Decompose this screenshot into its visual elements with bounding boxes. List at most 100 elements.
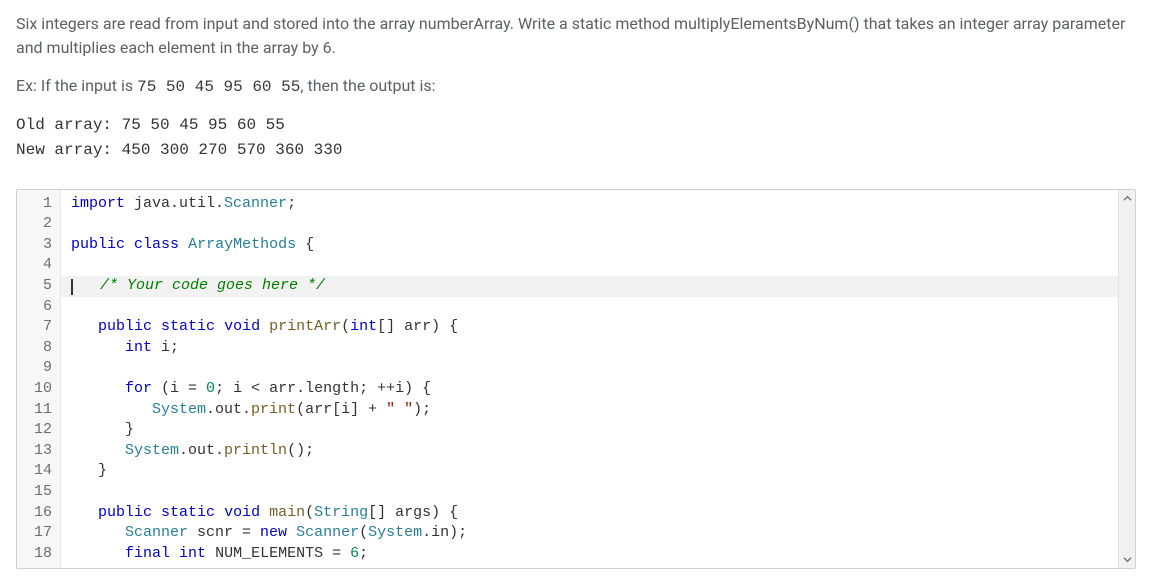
code-editor[interactable]: 123456789101112131415161718 import java.…	[16, 189, 1136, 569]
code-token: public	[71, 236, 125, 253]
code-token: NUM_ELEMENTS =	[206, 545, 350, 562]
code-line[interactable]: public class ArrayMethods {	[61, 235, 1118, 256]
vertical-scrollbar[interactable]	[1118, 190, 1135, 568]
output-line-2: New array: 450 300 270 570 360 330	[16, 141, 342, 159]
code-token	[71, 524, 125, 541]
code-token	[152, 504, 161, 521]
code-area[interactable]: import java.util.Scanner;public class Ar…	[61, 190, 1118, 568]
line-number: 1	[17, 194, 60, 215]
code-token	[71, 442, 125, 459]
code-token	[215, 504, 224, 521]
code-token: /* Your code goes here */	[100, 277, 325, 294]
scroll-down-arrow[interactable]	[1119, 551, 1135, 568]
code-token: );	[413, 401, 431, 418]
line-number: 12	[17, 420, 60, 441]
code-token: System	[368, 524, 422, 541]
code-token	[71, 545, 125, 562]
code-token: public	[98, 504, 152, 521]
code-line[interactable]	[61, 255, 1118, 276]
line-number: 8	[17, 338, 60, 359]
code-token: ;	[287, 195, 296, 212]
code-token	[260, 318, 269, 335]
code-token: final	[125, 545, 170, 562]
code-token: String	[314, 504, 368, 521]
code-token: ;	[359, 545, 368, 562]
code-token: ArrayMethods	[188, 236, 296, 253]
code-token: " "	[386, 401, 413, 418]
code-token: [] arr) {	[377, 318, 458, 335]
code-line[interactable]	[61, 297, 1118, 318]
code-line[interactable]: public static void main(String[] args) {	[61, 503, 1118, 524]
code-token: void	[224, 318, 260, 335]
line-number: 7	[17, 317, 60, 338]
line-number: 6	[17, 297, 60, 318]
code-token	[125, 236, 134, 253]
code-token	[71, 339, 125, 356]
code-token	[71, 401, 152, 418]
line-number: 17	[17, 523, 60, 544]
code-line[interactable]: System.out.print(arr[i] + " ");	[61, 400, 1118, 421]
ex-input: 75 50 45 95 60 55	[137, 78, 300, 96]
code-token: new	[260, 524, 287, 541]
code-token: }	[71, 421, 134, 438]
code-token: (	[359, 524, 368, 541]
code-line[interactable]: /* Your code goes here */	[61, 276, 1118, 297]
code-token	[287, 524, 296, 541]
code-token: scnr =	[188, 524, 260, 541]
code-token: for	[125, 380, 152, 397]
code-line[interactable]	[61, 358, 1118, 379]
code-token: i;	[152, 339, 179, 356]
code-token	[260, 504, 269, 521]
line-number-gutter: 123456789101112131415161718	[17, 190, 61, 568]
prompt-paragraph-1: Six integers are read from input and sto…	[16, 12, 1136, 60]
code-line[interactable]: }	[61, 420, 1118, 441]
code-token: ; i < arr.length; ++i) {	[215, 380, 431, 397]
code-token: System	[152, 401, 206, 418]
code-line[interactable]: int i;	[61, 338, 1118, 359]
line-number: 15	[17, 482, 60, 503]
code-token	[179, 236, 188, 253]
code-token: println	[224, 442, 287, 459]
code-token: }	[71, 462, 107, 479]
code-token: main	[269, 504, 305, 521]
code-token: java.util.	[125, 195, 224, 212]
code-token: (	[341, 318, 350, 335]
line-number: 4	[17, 255, 60, 276]
code-token: int	[179, 545, 206, 562]
code-line[interactable]: final int NUM_ELEMENTS = 6;	[61, 544, 1118, 565]
expected-output: Old array: 75 50 45 95 60 55 New array: …	[16, 113, 1136, 163]
code-line[interactable]: System.out.println();	[61, 441, 1118, 462]
code-line[interactable]: import java.util.Scanner;	[61, 194, 1118, 215]
code-line[interactable]: public static void printArr(int[] arr) {	[61, 317, 1118, 338]
text-cursor	[71, 279, 73, 295]
code-token: void	[224, 504, 260, 521]
code-token: static	[161, 318, 215, 335]
code-token: Scanner	[125, 524, 188, 541]
code-token: Scanner	[296, 524, 359, 541]
code-token: (i =	[152, 380, 206, 397]
code-line[interactable]: for (i = 0; i < arr.length; ++i) {	[61, 379, 1118, 400]
code-editor-container: 123456789101112131415161718 import java.…	[16, 189, 1136, 569]
code-token	[71, 318, 98, 335]
code-token: import	[71, 195, 125, 212]
line-number: 5	[17, 276, 60, 297]
code-token: (arr[i] +	[296, 401, 386, 418]
line-number: 16	[17, 503, 60, 524]
code-line[interactable]: Scanner scnr = new Scanner(System.in);	[61, 523, 1118, 544]
line-number: 13	[17, 441, 60, 462]
code-token: class	[134, 236, 179, 253]
code-line[interactable]: }	[61, 461, 1118, 482]
ex-prefix: Ex: If the input is	[16, 76, 137, 95]
code-line[interactable]	[61, 214, 1118, 235]
code-token: public	[98, 318, 152, 335]
code-token: 6	[350, 545, 359, 562]
line-number: 11	[17, 400, 60, 421]
code-token: (	[305, 504, 314, 521]
code-token: ();	[287, 442, 314, 459]
code-line[interactable]	[61, 482, 1118, 503]
problem-prompt: Six integers are read from input and sto…	[16, 12, 1136, 99]
scroll-up-arrow[interactable]	[1119, 190, 1135, 207]
line-number: 14	[17, 461, 60, 482]
code-token: int	[350, 318, 377, 335]
code-token: int	[125, 339, 152, 356]
